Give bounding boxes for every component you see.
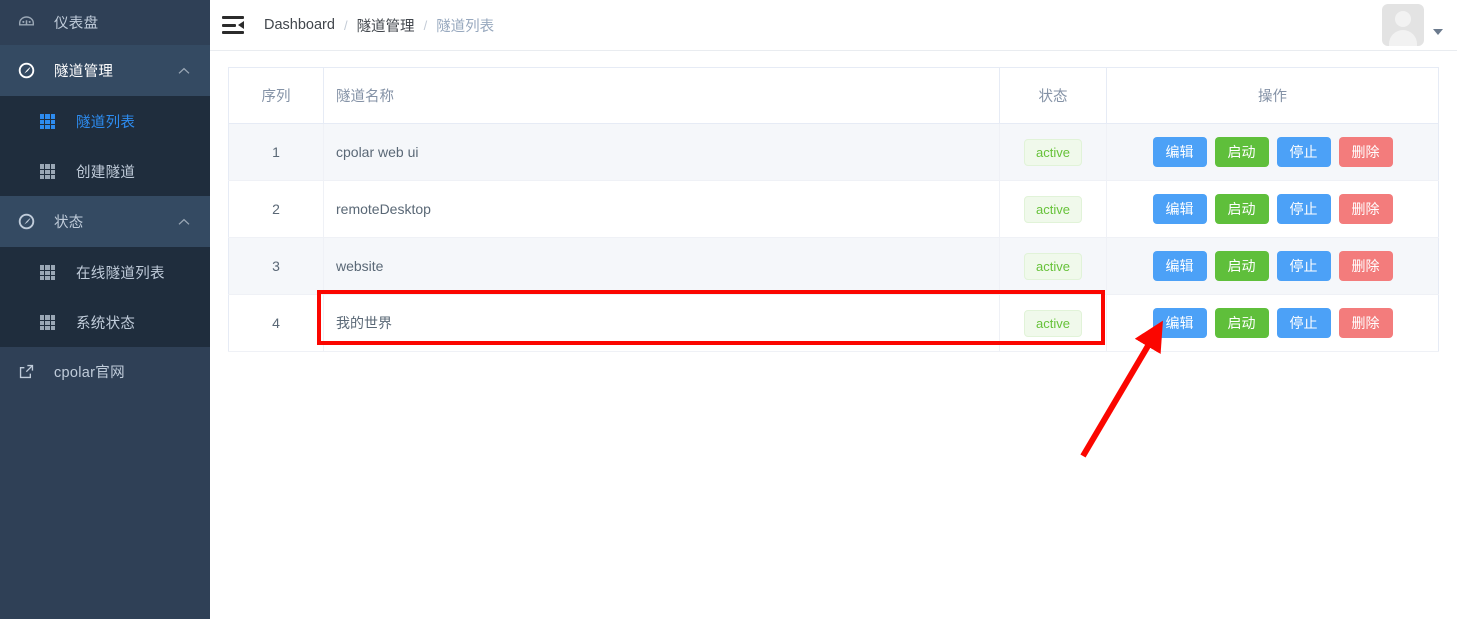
dashboard-gauge-icon [18,14,40,31]
hamburger-collapse-icon[interactable] [222,16,244,34]
grid-table-icon [40,314,62,330]
breadcrumb: Dashboard / 隧道管理 / 隧道列表 [264,15,494,36]
sidebar-item-label: 隧道列表 [76,114,136,131]
table-row: 2 remoteDesktop active 编辑 启动 停止 删除 [228,180,1439,238]
stop-button[interactable]: 停止 [1276,193,1331,225]
sidebar-item-create-tunnel[interactable]: 创建隧道 [0,146,210,196]
start-button[interactable]: 启动 [1214,136,1269,168]
status-badge: active [1024,309,1082,337]
sidebar-item-system-status[interactable]: 系统状态 [0,297,210,347]
sidebar-group-tunnel-management[interactable]: 隧道管理 [0,45,210,96]
cell-seq: 2 [228,180,324,238]
cell-state: active [999,180,1107,238]
sidebar-item-label: 在线隧道列表 [76,265,165,282]
cell-tunnel-name: remoteDesktop [323,180,1000,238]
cell-seq: 1 [228,123,324,181]
edit-button[interactable]: 编辑 [1152,193,1207,225]
edit-button[interactable]: 编辑 [1152,136,1207,168]
sidebar-item-label: 仪表盘 [54,16,99,32]
cell-tunnel-name: website [323,237,1000,295]
sidebar-submenu-status: 在线隧道列表 系统状态 [0,247,210,347]
chevron-up-icon [178,63,190,79]
sidebar-item-dashboard[interactable]: 仪表盘 [0,0,210,45]
cell-operations: 编辑 启动 停止 删除 [1106,294,1439,352]
chevron-up-icon [178,214,190,230]
cell-tunnel-name: 我的世界 [323,294,1000,352]
delete-button[interactable]: 删除 [1338,193,1393,225]
cell-seq: 4 [228,294,324,352]
user-menu[interactable] [1382,4,1443,46]
delete-button[interactable]: 删除 [1338,136,1393,168]
grid-table-icon [40,163,62,179]
cell-seq: 3 [228,237,324,295]
column-header-seq: 序列 [228,67,324,124]
start-button[interactable]: 启动 [1214,307,1269,339]
table-body: 1 cpolar web ui active 编辑 启动 停止 删除 2 remoteDeskt… [228,123,1439,352]
table-header-row: 序列 隧道名称 状态 操作 [228,67,1439,124]
status-badge: active [1024,252,1082,280]
status-badge: active [1024,195,1082,223]
cell-operations: 编辑 启动 停止 删除 [1106,237,1439,295]
user-avatar-icon[interactable] [1382,4,1424,46]
sidebar: 仪表盘 隧道管理 隧道列表 创建隧道 状态 在线隧道列表 系统状态 cpolar… [0,0,210,619]
sidebar-group-label: 状态 [54,215,84,231]
main-area: Dashboard / 隧道管理 / 隧道列表 序列 隧道名称 状态 操作 1 … [210,0,1457,619]
sidebar-item-tunnel-list[interactable]: 隧道列表 [0,96,210,146]
table-row: 4 我的世界 active 编辑 启动 停止 删除 [228,294,1439,352]
cell-operations: 编辑 启动 停止 删除 [1106,123,1439,181]
column-header-state: 状态 [999,67,1107,124]
sidebar-group-label: 隧道管理 [54,64,114,80]
sidebar-item-label: 创建隧道 [76,164,136,181]
delete-button[interactable]: 删除 [1338,307,1393,339]
tunnel-table: 序列 隧道名称 状态 操作 1 cpolar web ui active 编辑 启动 停止… [228,67,1439,352]
table-row: 3 website active 编辑 启动 停止 删除 [228,237,1439,295]
external-link-icon [18,363,40,380]
edit-button[interactable]: 编辑 [1152,250,1207,282]
sidebar-item-cpolar-website[interactable]: cpolar官网 [0,347,210,395]
sidebar-group-status[interactable]: 状态 [0,196,210,247]
column-header-ops: 操作 [1106,67,1439,124]
sidebar-item-label: cpolar官网 [54,364,125,381]
grid-table-icon [40,264,62,280]
cell-operations: 编辑 启动 停止 删除 [1106,180,1439,238]
breadcrumb-separator: / [423,17,428,33]
table-row: 1 cpolar web ui active 编辑 启动 停止 删除 [228,123,1439,181]
grid-table-icon [40,113,62,129]
breadcrumb-item-dashboard[interactable]: Dashboard [264,17,335,33]
edit-button[interactable]: 编辑 [1152,307,1207,339]
table-head: 序列 隧道名称 状态 操作 [228,67,1439,124]
stop-button[interactable]: 停止 [1276,307,1331,339]
app-root: 仪表盘 隧道管理 隧道列表 创建隧道 状态 在线隧道列表 系统状态 cpolar… [0,0,1457,619]
cell-state: active [999,123,1107,181]
stop-button[interactable]: 停止 [1276,250,1331,282]
delete-button[interactable]: 删除 [1338,250,1393,282]
content-area: 序列 隧道名称 状态 操作 1 cpolar web ui active 编辑 启动 停止… [210,51,1457,352]
cell-state: active [999,237,1107,295]
sidebar-item-online-tunnel-list[interactable]: 在线隧道列表 [0,247,210,297]
sidebar-submenu-tunnel-management: 隧道列表 创建隧道 [0,96,210,196]
column-header-name: 隧道名称 [323,67,1000,124]
start-button[interactable]: 启动 [1214,250,1269,282]
cell-state: active [999,294,1107,352]
start-button[interactable]: 启动 [1214,193,1269,225]
chevron-down-icon[interactable] [1433,29,1443,35]
stop-button[interactable]: 停止 [1276,136,1331,168]
sidebar-item-label: 系统状态 [76,315,136,332]
compass-icon [18,62,40,79]
compass-icon [18,213,40,230]
breadcrumb-item-tunnel-list: 隧道列表 [436,18,495,35]
breadcrumb-item-tunnel-management[interactable]: 隧道管理 [357,15,415,36]
topbar: Dashboard / 隧道管理 / 隧道列表 [210,0,1457,51]
cell-tunnel-name: cpolar web ui [323,123,1000,181]
breadcrumb-separator: / [343,17,348,33]
status-badge: active [1024,138,1082,166]
